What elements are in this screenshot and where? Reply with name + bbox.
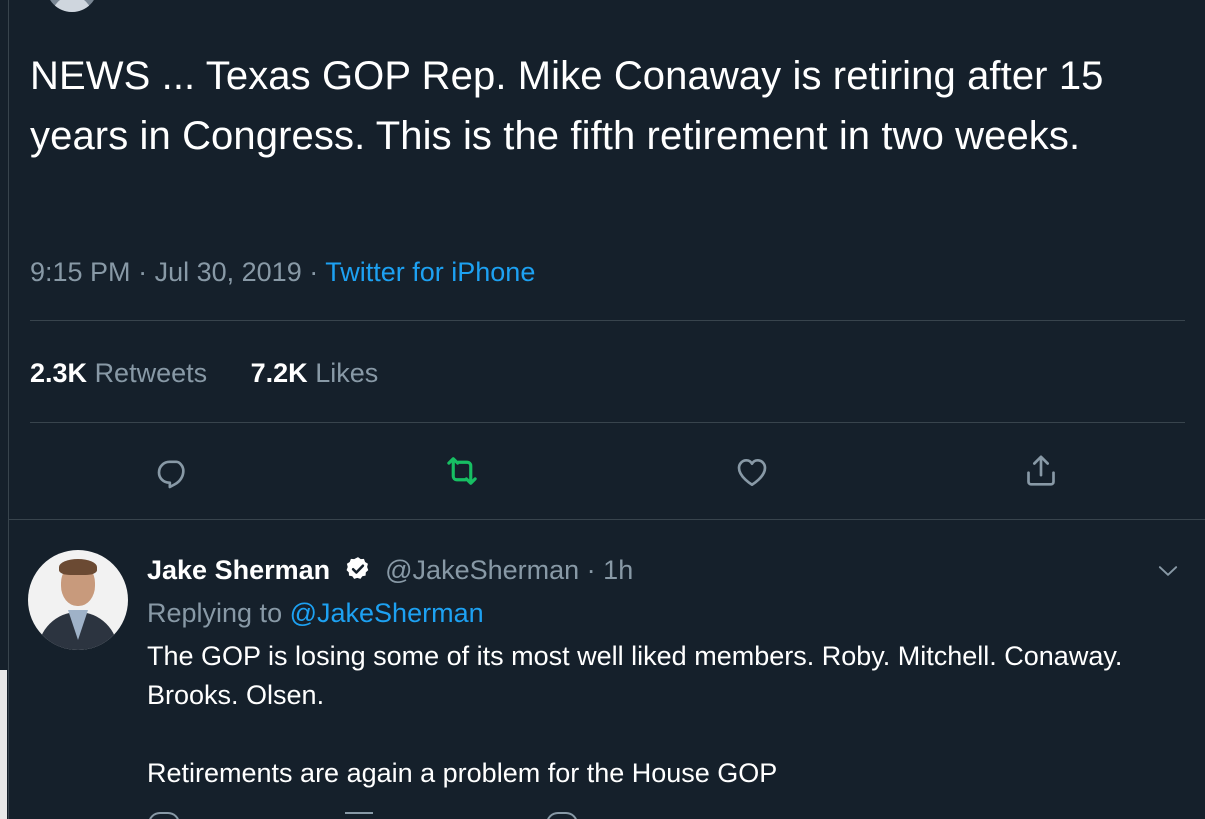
divider-bottom [30, 422, 1185, 423]
retweet-icon [447, 457, 477, 485]
heart-icon [737, 459, 767, 486]
tweet-source-link[interactable]: Twitter for iPhone [325, 257, 535, 287]
likes-count: 7.2K [250, 358, 308, 388]
reply-actions-peek [0, 812, 1205, 819]
meta-separator: · [138, 257, 148, 287]
verified-badge-icon [346, 557, 368, 579]
tweet-meta: 9:15 PM · Jul 30, 2019 · Twitter for iPh… [30, 252, 535, 292]
retweets-stat[interactable]: 2.3K Retweets [30, 354, 207, 392]
retweet-button[interactable] [437, 446, 487, 496]
reply-author-handle[interactable]: @JakeSherman [385, 555, 579, 585]
reply-tweet[interactable]: Jake Sherman @JakeSherman · 1h Replying … [0, 520, 1205, 819]
tweet-detail-view: NEWS ... Texas GOP Rep. Mike Conaway is … [0, 0, 1205, 819]
replying-to-mention[interactable]: @JakeSherman [290, 598, 484, 628]
share-icon [1027, 455, 1055, 486]
tweet-stats: 2.3K Retweets 7.2K Likes [30, 354, 414, 392]
author-avatar[interactable] [46, 0, 98, 12]
meta-separator: · [309, 257, 319, 287]
reply-icon[interactable] [148, 812, 180, 819]
share-button[interactable] [1016, 446, 1066, 496]
replying-to: Replying to @JakeSherman [147, 593, 484, 633]
likes-stat[interactable]: 7.2K Likes [251, 354, 379, 392]
reply-icon [157, 460, 185, 489]
more-options-button[interactable] [1153, 556, 1183, 586]
heart-icon[interactable] [546, 812, 578, 819]
header-separator: · [586, 555, 596, 585]
avatar-hair [59, 559, 97, 575]
reply-time[interactable]: 1h [603, 555, 633, 585]
reply-paragraph: Retirements are again a problem for the … [147, 758, 778, 788]
retweets-label: Retweets [94, 358, 208, 388]
reply-text: The GOP is losing some of its most well … [147, 637, 1167, 793]
divider-top [30, 320, 1185, 321]
tweet-actions [0, 446, 1205, 500]
reply-header: Jake Sherman @JakeSherman · 1h [147, 550, 633, 590]
tweet-date[interactable]: Jul 30, 2019 [155, 257, 302, 287]
like-button[interactable] [727, 446, 777, 496]
replying-to-prefix: Replying to [147, 598, 283, 628]
avatar-shirt [52, 0, 92, 12]
chevron-down-icon [1158, 566, 1178, 576]
reply-button[interactable] [148, 446, 198, 496]
retweet-icon[interactable] [345, 812, 373, 819]
retweets-count: 2.3K [30, 358, 88, 388]
reply-author-avatar[interactable] [28, 550, 128, 650]
reply-author-name[interactable]: Jake Sherman [147, 555, 330, 585]
reply-paragraph: The GOP is losing some of its most well … [147, 641, 1123, 710]
tweet-time[interactable]: 9:15 PM [30, 257, 131, 287]
tweet-text: NEWS ... Texas GOP Rep. Mike Conaway is … [30, 54, 1104, 158]
likes-label: Likes [315, 358, 379, 388]
